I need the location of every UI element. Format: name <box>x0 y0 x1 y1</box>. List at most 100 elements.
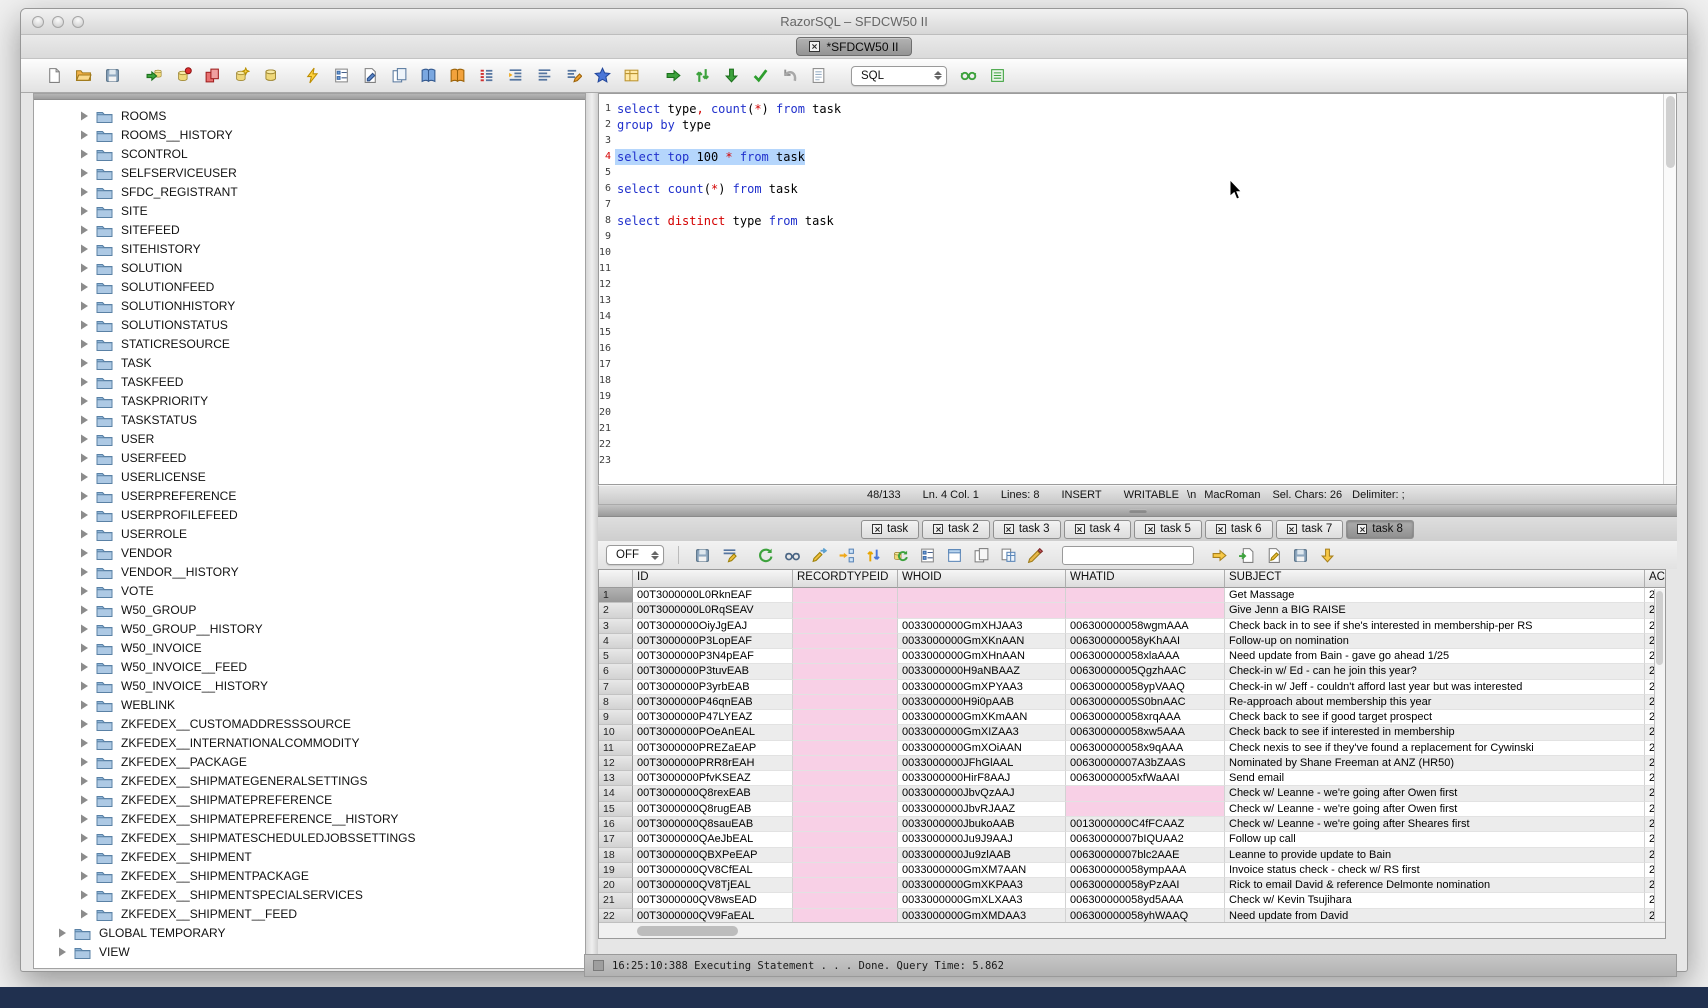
expand-arrow-icon[interactable] <box>79 510 89 520</box>
close-tab-icon[interactable] <box>1287 524 1297 534</box>
refresh-results-icon[interactable] <box>756 546 774 564</box>
expand-arrow-icon[interactable] <box>79 225 89 235</box>
sidebar-item-staticresource[interactable]: STATICRESOURCE <box>34 334 585 353</box>
expand-arrow-icon[interactable] <box>79 567 89 577</box>
row-number[interactable]: 2 <box>599 603 633 618</box>
connect-database-icon[interactable] <box>145 67 163 85</box>
row-number[interactable]: 20 <box>599 878 633 893</box>
export-results-icon[interactable] <box>1237 546 1255 564</box>
column-header-ac[interactable]: AC <box>1645 570 1666 588</box>
expand-arrow-icon[interactable] <box>79 339 89 349</box>
copy-rows-icon[interactable] <box>972 546 990 564</box>
expand-arrow-icon[interactable] <box>79 624 89 634</box>
table-row[interactable]: 700T3000000P3yrbEAB0033000000GmXPYAA3006… <box>599 680 1665 695</box>
database-browser-sidebar[interactable]: ROOMSROOMS__HISTORYSCONTROLSELFSERVICEUS… <box>33 93 586 969</box>
cell-whoid[interactable]: 0033000000GmXIZAA3 <box>898 725 1066 740</box>
table-row[interactable]: 1100T3000000PREZaEAP0033000000GmXOiAAN00… <box>599 741 1665 756</box>
switch-connection-icon[interactable] <box>693 67 711 85</box>
code-line[interactable]: 21 <box>599 421 841 437</box>
expand-arrow-icon[interactable] <box>79 244 89 254</box>
code-line[interactable]: 1select type, count(*) from task <box>599 101 841 117</box>
sql-docs-icon[interactable] <box>419 67 437 85</box>
sidebar-item-zkfedex-shipment-feed[interactable]: ZKFEDEX__SHIPMENT__FEED <box>34 904 585 923</box>
cell-subject[interactable]: Check w/ Leanne - we're going after Owen… <box>1225 802 1645 817</box>
expand-arrow-icon[interactable] <box>79 681 89 691</box>
cell-subject[interactable]: Rick to email David & reference Delmonte… <box>1225 878 1645 893</box>
row-number[interactable]: 17 <box>599 832 633 847</box>
expand-arrow-icon[interactable] <box>79 871 89 881</box>
sidebar-item-solutionstatus[interactable]: SOLUTIONSTATUS <box>34 315 585 334</box>
expand-arrow-icon[interactable] <box>79 263 89 273</box>
sidebar-item-zkfedex-customaddresssource[interactable]: ZKFEDEX__CUSTOMADDRESSSOURCE <box>34 714 585 733</box>
sidebar-item-solutionfeed[interactable]: SOLUTIONFEED <box>34 277 585 296</box>
column-header-whoid[interactable]: WHOID <box>898 570 1066 588</box>
tools-icon[interactable] <box>959 67 977 85</box>
code-line[interactable]: 10 <box>599 245 841 261</box>
cell-id[interactable]: 00T3000000PfvKSEAZ <box>633 771 793 786</box>
cell-whatid[interactable]: 006300000058ypVAAQ <box>1066 680 1225 695</box>
cell-subject[interactable]: Check nexis to see if they've found a re… <box>1225 741 1645 756</box>
limit-select[interactable]: OFF <box>606 545 664 565</box>
code-line[interactable]: 5 <box>599 165 841 181</box>
indent-sql-icon[interactable] <box>506 67 524 85</box>
grid-hscrollbar[interactable] <box>599 922 1666 938</box>
expand-arrow-icon[interactable] <box>79 396 89 406</box>
cell-whatid[interactable]: 00630000007blc2AAE <box>1066 848 1225 863</box>
cell-whoid[interactable]: 0033000000Ju9zlAAB <box>898 848 1066 863</box>
table-row[interactable]: 1500T3000000Q8rugEAB0033000000JbvRJAAZCh… <box>599 802 1665 817</box>
cell-id[interactable]: 00T3000000P3N4pEAF <box>633 649 793 664</box>
cell-id[interactable]: 00T3000000Q8rexEAB <box>633 786 793 801</box>
cell-recordtypeid[interactable] <box>793 848 898 863</box>
result-tab-task-6[interactable]: task 6 <box>1205 520 1273 539</box>
sidebar-item-zkfedex-shipmatescheduledjobssettings[interactable]: ZKFEDEX__SHIPMATESCHEDULEDJOBSSETTINGS <box>34 828 585 847</box>
row-number[interactable]: 8 <box>599 695 633 710</box>
add-connection-icon[interactable] <box>174 67 192 85</box>
code-line[interactable]: 18 <box>599 373 841 389</box>
row-number[interactable]: 18 <box>599 848 633 863</box>
find-next-icon[interactable] <box>1210 546 1228 564</box>
filter-results-icon[interactable] <box>720 546 738 564</box>
execute-sql-icon[interactable] <box>303 67 321 85</box>
save-grid-icon[interactable] <box>1291 546 1309 564</box>
table-row[interactable]: 1400T3000000Q8rexEAB0033000000JbvQzAAJCh… <box>599 786 1665 801</box>
column-header-subject[interactable]: SUBJECT <box>1225 570 1645 588</box>
column-header-whatid[interactable]: WHATID <box>1066 570 1225 588</box>
cell-recordtypeid[interactable] <box>793 710 898 725</box>
cell-whoid[interactable]: 0033000000GmXM7AAN <box>898 863 1066 878</box>
code-line[interactable]: 20 <box>599 405 841 421</box>
cell-subject[interactable]: Check back to see if interested in membe… <box>1225 725 1645 740</box>
cell-recordtypeid[interactable] <box>793 756 898 771</box>
table-row[interactable]: 1700T3000000QAeJbEAL0033000000Ju9J9AAJ00… <box>599 832 1665 847</box>
code-line[interactable]: 3 <box>599 133 841 149</box>
code-line[interactable]: 17 <box>599 357 841 373</box>
sidebar-item-w50-group-history[interactable]: W50_GROUP__HISTORY <box>34 619 585 638</box>
row-number[interactable]: 11 <box>599 741 633 756</box>
table-row[interactable]: 2000T3000000QV8TjEAL0033000000GmXKPAA300… <box>599 878 1665 893</box>
database-icon[interactable] <box>261 67 279 85</box>
code-line[interactable]: 16 <box>599 341 841 357</box>
favorites-icon[interactable] <box>593 67 611 85</box>
expand-arrow-icon[interactable] <box>79 377 89 387</box>
cell-subject[interactable]: Need update from Bain - gave go ahead 1/… <box>1225 649 1645 664</box>
expand-arrow-icon[interactable] <box>79 529 89 539</box>
sidebar-item-global-temporary[interactable]: GLOBAL TEMPORARY <box>34 923 585 942</box>
cell-recordtypeid[interactable] <box>793 664 898 679</box>
cell-whatid[interactable]: 006300000058yKhAAI <box>1066 634 1225 649</box>
cell-whoid[interactable]: 0033000000GmXOiAAN <box>898 741 1066 756</box>
result-tab-task-8[interactable]: task 8 <box>1346 520 1414 539</box>
expand-arrow-icon[interactable] <box>79 358 89 368</box>
result-tab-task-2[interactable]: task 2 <box>922 520 990 539</box>
sidebar-item-taskfeed[interactable]: TASKFEED <box>34 372 585 391</box>
edit-connection-icon[interactable] <box>232 67 250 85</box>
close-tab-icon[interactable] <box>872 524 882 534</box>
expand-arrow-icon[interactable] <box>79 700 89 710</box>
sidebar-item-userlicense[interactable]: USERLICENSE <box>34 467 585 486</box>
table-row[interactable]: 2100T3000000QV8wsEAD0033000000GmXLXAA300… <box>599 893 1665 908</box>
cell-whoid[interactable]: 0033000000GmXHJAA3 <box>898 619 1066 634</box>
save-file-icon[interactable] <box>103 67 121 85</box>
code-line[interactable]: 2group by type <box>599 117 841 133</box>
expand-arrow-icon[interactable] <box>79 491 89 501</box>
table-row[interactable]: 1000T3000000POeAnEAL0033000000GmXIZAA300… <box>599 725 1665 740</box>
cell-whatid[interactable] <box>1066 588 1225 603</box>
results-grid[interactable]: IDRECORDTYPEIDWHOIDWHATIDSUBJECTAC 100T3… <box>598 569 1666 939</box>
